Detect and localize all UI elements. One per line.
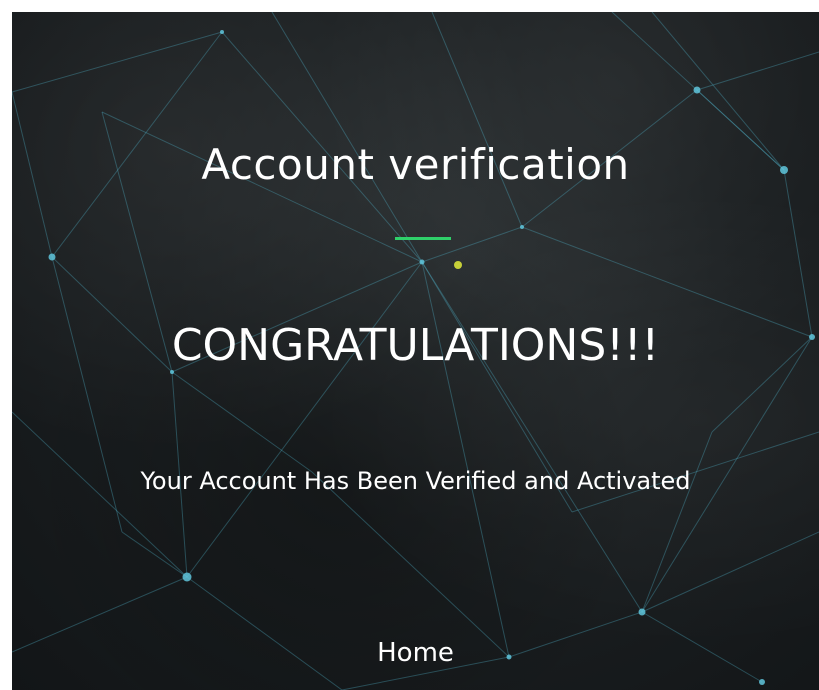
home-link[interactable]: Home [12, 638, 819, 668]
page-title: Account verification [201, 140, 630, 189]
congratulations-headline: CONGRATULATIONS!!! [171, 320, 660, 371]
verification-content: Account verification CONGRATULATIONS!!! … [12, 12, 819, 690]
verification-panel: Account verification CONGRATULATIONS!!! … [12, 12, 819, 690]
verification-message: Your Account Has Been Verified and Activ… [140, 467, 691, 495]
title-divider [395, 237, 451, 240]
